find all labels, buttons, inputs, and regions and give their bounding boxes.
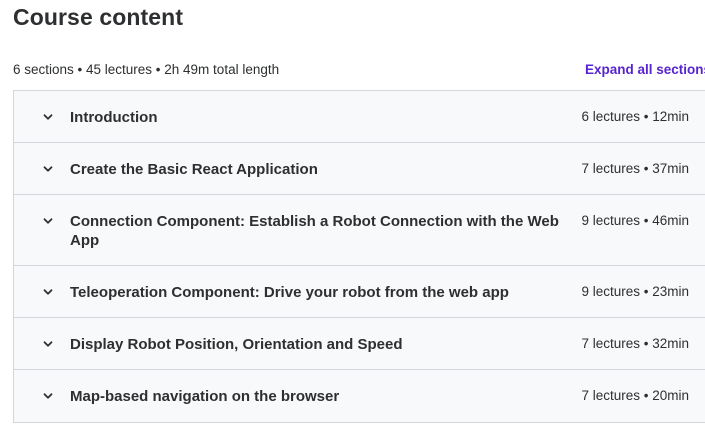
section-title: Map-based navigation on the browser — [70, 388, 340, 405]
chevron-down-icon — [43, 114, 53, 120]
section-title: Teleoperation Component: Drive your robo… — [70, 284, 509, 301]
section-title: Create the Basic React Application — [70, 161, 318, 178]
section-meta: 7 lectures • 20min — [581, 388, 689, 403]
chevron-down-icon — [43, 218, 53, 224]
chevron-down-icon — [43, 341, 53, 347]
section-list: Introduction 6 lectures • 12min Create t… — [13, 90, 705, 423]
chevron-down-icon — [43, 289, 53, 295]
section-item-display-robot-position[interactable]: Display Robot Position, Orientation and … — [14, 318, 705, 370]
section-meta: 9 lectures • 46min — [581, 213, 689, 228]
chevron-down-icon — [43, 166, 53, 172]
section-item-create-basic-react-app[interactable]: Create the Basic React Application 7 lec… — [14, 143, 705, 195]
section-meta: 9 lectures • 23min — [581, 284, 689, 299]
section-item-connection-component[interactable]: Connection Component: Establish a Robot … — [14, 195, 705, 266]
page-title: Course content — [13, 4, 184, 30]
section-item-map-based-navigation[interactable]: Map-based navigation on the browser 7 le… — [14, 370, 705, 422]
section-title: Connection Component: Establish a Robot … — [70, 213, 559, 249]
section-meta: 7 lectures • 32min — [581, 336, 689, 351]
section-title: Display Robot Position, Orientation and … — [70, 336, 403, 353]
section-meta: 7 lectures • 37min — [581, 161, 689, 176]
expand-all-sections-button[interactable]: Expand all sections — [585, 62, 705, 77]
chevron-down-icon — [43, 393, 53, 399]
section-meta: 6 lectures • 12min — [581, 109, 689, 124]
section-title: Introduction — [70, 109, 158, 126]
section-item-teleoperation-component[interactable]: Teleoperation Component: Drive your robo… — [14, 266, 705, 318]
course-summary: 6 sections • 45 lectures • 2h 49m total … — [13, 62, 280, 77]
section-item-introduction[interactable]: Introduction 6 lectures • 12min — [14, 91, 705, 143]
